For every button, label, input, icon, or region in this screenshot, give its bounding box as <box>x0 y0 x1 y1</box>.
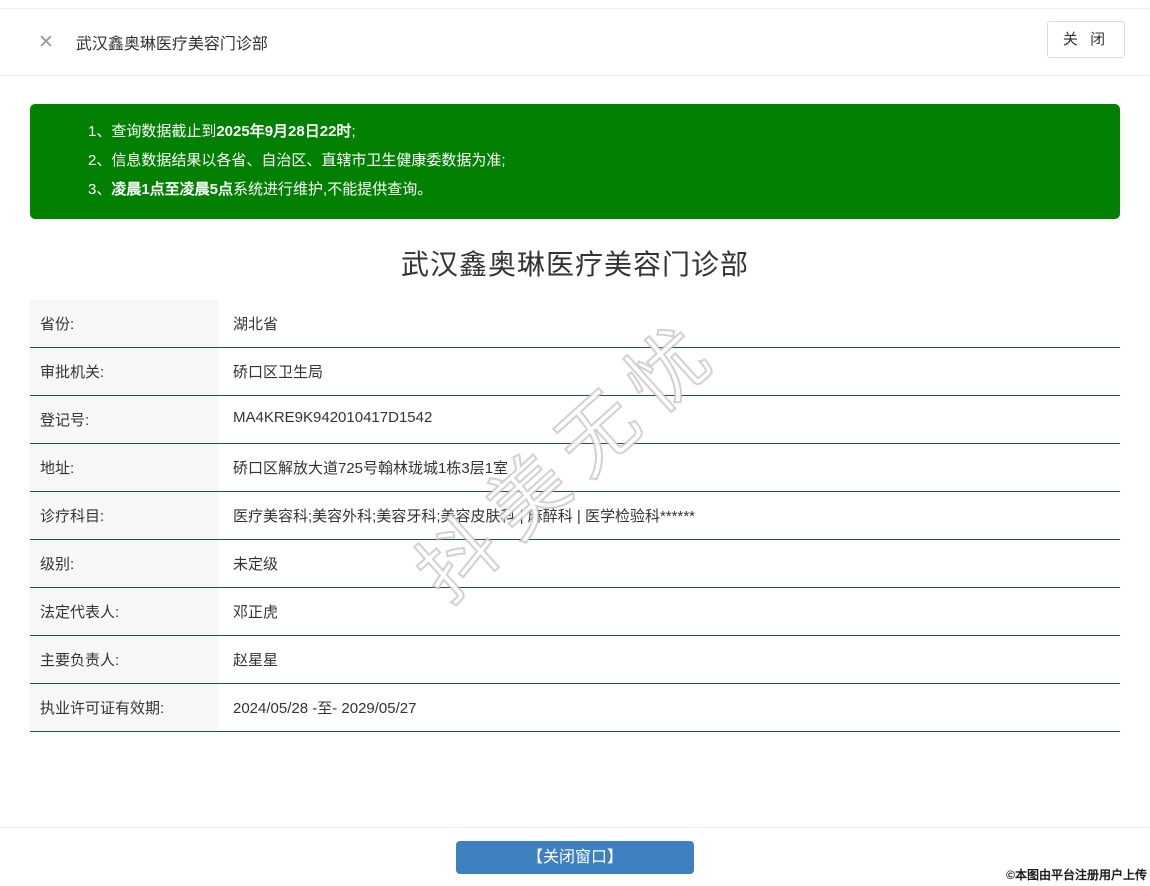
row-label: 诊疗科目: <box>30 492 218 539</box>
row-label: 法定代表人: <box>30 588 218 635</box>
notice-line-3: 3、凌晨1点至凌晨5点系统进行维护,不能提供查询。 <box>88 181 433 198</box>
table-row-level: 级别: 未定级 <box>30 540 1120 588</box>
row-label: 主要负责人: <box>30 636 218 683</box>
table-row-medical-subjects: 诊疗科目: 医疗美容科;美容外科;美容牙科;美容皮肤科 | 麻醉科 | 医学检验… <box>30 492 1120 540</box>
copyright-watermark: ©本图由平台注册用户上传 <box>1006 868 1147 882</box>
row-value: MA4KRE9K942010417D1542 <box>233 409 433 426</box>
row-label: 登记号: <box>30 396 218 443</box>
row-value: 赵星星 <box>233 652 279 669</box>
row-value: 邓正虎 <box>233 604 279 621</box>
table-row-address: 地址: 硚口区解放大道725号翰林珑城1栋3层1室 <box>30 444 1120 492</box>
header-bar: ✕ 武汉鑫奥琳医疗美容门诊部 关 闭 <box>0 9 1150 76</box>
row-label: 地址: <box>30 444 218 491</box>
table-row-person-in-charge: 主要负责人: 赵星星 <box>30 636 1120 684</box>
close-button[interactable]: 关 闭 <box>1047 21 1125 58</box>
notice-banner: 1、查询数据截止到2025年9月28日22时; 2、信息数据结果以各省、自治区、… <box>30 104 1120 219</box>
row-value: 硚口区解放大道725号翰林珑城1栋3层1室 <box>233 460 509 477</box>
row-value: 未定级 <box>233 556 279 573</box>
row-label: 级别: <box>30 540 218 587</box>
close-x-icon[interactable]: ✕ <box>38 33 54 52</box>
row-label: 省份: <box>30 300 218 347</box>
notice-line-1: 1、查询数据截止到2025年9月28日22时; <box>88 123 356 140</box>
header-title: 武汉鑫奥琳医疗美容门诊部 <box>75 36 268 53</box>
table-row-province: 省份: 湖北省 <box>30 300 1120 348</box>
row-value: 湖北省 <box>233 316 279 333</box>
table-row-legal-representative: 法定代表人: 邓正虎 <box>30 588 1120 636</box>
row-value: 医疗美容科;美容外科;美容牙科;美容皮肤科 | 麻醉科 | 医学检验科*****… <box>233 508 695 525</box>
table-row-approval-authority: 审批机关: 硚口区卫生局 <box>30 348 1120 396</box>
query-result-page: ✕ 武汉鑫奥琳医疗美容门诊部 关 闭 1、查询数据截止到2025年9月28日22… <box>0 0 1150 886</box>
close-window-button[interactable]: 【关闭窗口】 <box>456 841 694 874</box>
detail-table: 省份: 湖北省 审批机关: 硚口区卫生局 登记号: MA4KRE9K942010… <box>30 300 1120 732</box>
notice-line-2: 2、信息数据结果以各省、自治区、直辖市卫生健康委数据为准; <box>88 152 506 169</box>
row-label: 执业许可证有效期: <box>30 684 218 731</box>
row-value: 硚口区卫生局 <box>233 364 324 381</box>
page-title: 武汉鑫奥琳医疗美容门诊部 <box>400 249 749 280</box>
row-label: 审批机关: <box>30 348 218 395</box>
table-row-registration-number: 登记号: MA4KRE9K942010417D1542 <box>30 396 1120 444</box>
row-value: 2024/05/28 -至- 2029/05/27 <box>233 700 417 717</box>
footer-divider <box>0 827 1150 828</box>
table-row-license-validity: 执业许可证有效期: 2024/05/28 -至- 2029/05/27 <box>30 684 1120 732</box>
